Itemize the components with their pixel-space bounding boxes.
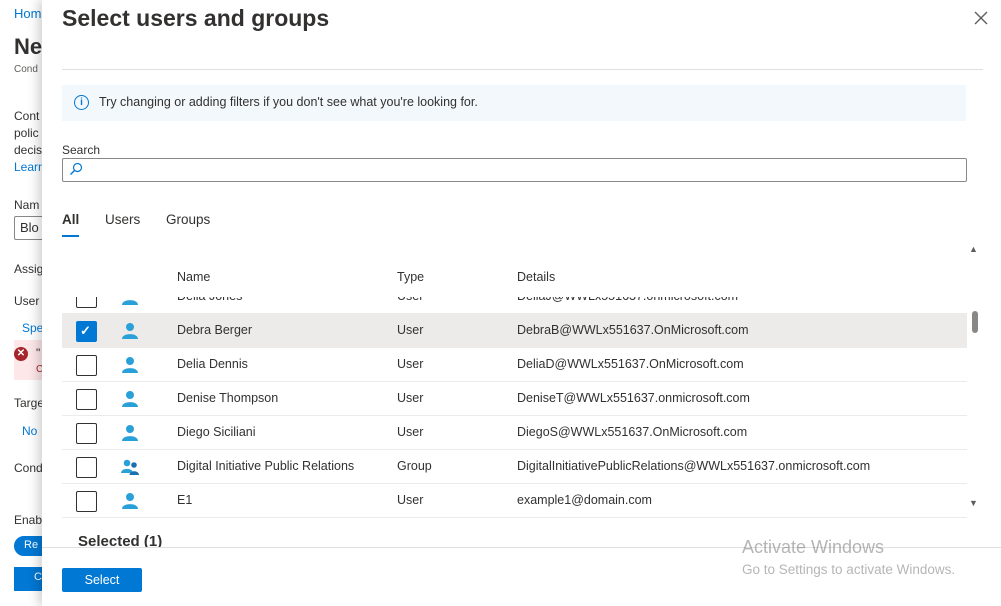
user-icon [121, 297, 139, 306]
table-row[interactable]: Delia Dennis User DeliaD@WWLx551637.OnMicr… [62, 348, 967, 382]
target-label: Targe [14, 396, 45, 410]
row-details: DigitalInitiativePublicRelations@WWLx551… [517, 459, 871, 473]
watermark-title: Activate Windows [742, 537, 885, 557]
info-banner: i Try changing or adding filters if you … [62, 85, 966, 121]
name-label: Nam [14, 198, 40, 212]
row-name: E1 [177, 493, 193, 507]
desc-line-3: decis [14, 143, 43, 157]
group-icon [121, 458, 139, 476]
breadcrumb-home[interactable]: Hom [14, 6, 41, 21]
desc-line-2: polic [14, 126, 39, 140]
info-icon: i [74, 95, 89, 110]
row-name: Delia Jones [177, 297, 242, 303]
row-checkbox[interactable] [76, 355, 97, 376]
table-row[interactable]: Digital Initiative Public Relations Group… [62, 450, 967, 484]
table-row[interactable]: E1 User example1@domain.com [62, 484, 967, 518]
table-row[interactable]: Denise Thompson User DeniseT@WWLx551637.on… [62, 382, 967, 416]
scroll-down-icon[interactable]: ▼ [969, 498, 978, 508]
watermark-subtitle: Go to Settings to activate Windows. [742, 562, 956, 577]
scrollbar-thumb[interactable] [972, 311, 978, 333]
enable-label: Enab [14, 513, 43, 527]
target-link[interactable]: No [22, 424, 37, 438]
page-subtitle: Cond [14, 64, 38, 75]
close-icon[interactable] [972, 10, 990, 28]
tab-users[interactable]: Users [105, 212, 140, 227]
row-checkbox[interactable] [76, 297, 97, 308]
tab-active-indicator [62, 235, 79, 237]
search-label: Search [62, 143, 101, 157]
table-row[interactable]: Diego Siciliani User DiegoS@WWLx551637.OnM… [62, 416, 967, 450]
row-details: DeniseT@WWLx551637.onmicrosoft.com [517, 391, 750, 405]
create-button-label: C [34, 571, 42, 583]
page-title: Ne [14, 34, 43, 59]
user-icon [121, 492, 139, 510]
row-details: DiegoS@WWLx551637.OnMicrosoft.com [517, 425, 748, 439]
row-type: User [397, 425, 424, 439]
row-type: User [397, 493, 424, 507]
select-button[interactable]: Select [62, 568, 142, 592]
row-type: Group [397, 459, 432, 473]
scroll-up-icon[interactable]: ▲ [969, 244, 978, 254]
tab-groups[interactable]: Groups [166, 212, 210, 227]
row-type: User [397, 391, 424, 405]
user-icon [121, 390, 139, 408]
row-type: User [397, 323, 424, 337]
column-header-name[interactable]: Name [177, 270, 210, 284]
column-header-type[interactable]: Type [397, 270, 424, 284]
users-label: User [14, 294, 40, 308]
row-name: Debra Berger [177, 323, 253, 337]
tab-all[interactable]: All [62, 212, 80, 237]
learn-more-link[interactable]: Learn [14, 160, 45, 174]
info-text: Try changing or adding filters if you do… [99, 95, 478, 109]
row-details: DeliaJ@WWLx551637.onmicrosoft.com [517, 297, 738, 303]
row-name: Diego Siciliani [177, 425, 256, 439]
checkmark-icon: ✓ [80, 323, 91, 338]
row-checkbox[interactable] [76, 389, 97, 410]
row-name: Delia Dennis [177, 357, 248, 371]
desc-line-1: Cont [14, 109, 40, 123]
activate-windows-watermark: Activate Windows Go to Settings to activ… [742, 537, 955, 577]
row-type: User [397, 297, 423, 303]
search-icon [70, 162, 83, 175]
assignments-label: Assig [14, 262, 44, 276]
row-checkbox[interactable]: ✓ [76, 321, 97, 342]
column-header-details[interactable]: Details [517, 270, 555, 284]
user-icon [121, 322, 139, 340]
row-details: DeliaD@WWLx551637.OnMicrosoft.com [517, 357, 744, 371]
table-row[interactable]: Delia Jones User DeliaJ@WWLx551637.onmicro… [62, 297, 967, 314]
row-name: Denise Thompson [177, 391, 279, 405]
results-list: Delia Jones User DeliaJ@WWLx551637.onmicro… [62, 297, 967, 519]
panel-title: Select users and groups [62, 5, 330, 31]
toggle-label: Re [24, 539, 39, 551]
header-divider [62, 69, 983, 70]
specific-users-link[interactable]: Spe [22, 321, 43, 335]
search-input[interactable] [62, 158, 967, 182]
error-text: " [36, 346, 41, 360]
user-icon [121, 356, 139, 374]
user-icon [121, 424, 139, 442]
row-checkbox[interactable] [76, 491, 97, 512]
row-checkbox[interactable] [76, 423, 97, 444]
row-type: User [397, 357, 424, 371]
row-details: example1@domain.com [517, 493, 652, 507]
select-users-panel: Select users and groups i Try changing o… [42, 0, 1001, 606]
table-row[interactable]: ✓ Debra Berger User DebraB@WWLx551637.OnMic… [62, 314, 967, 348]
tab-all-label: All [62, 212, 80, 227]
row-details: DebraB@WWLx551637.OnMicrosoft.com [517, 323, 749, 337]
conditions-label: Cond [14, 461, 43, 475]
row-name: Digital Initiative Public Relations [177, 459, 355, 473]
row-checkbox[interactable] [76, 457, 97, 478]
error-icon: ✕ [14, 347, 28, 361]
